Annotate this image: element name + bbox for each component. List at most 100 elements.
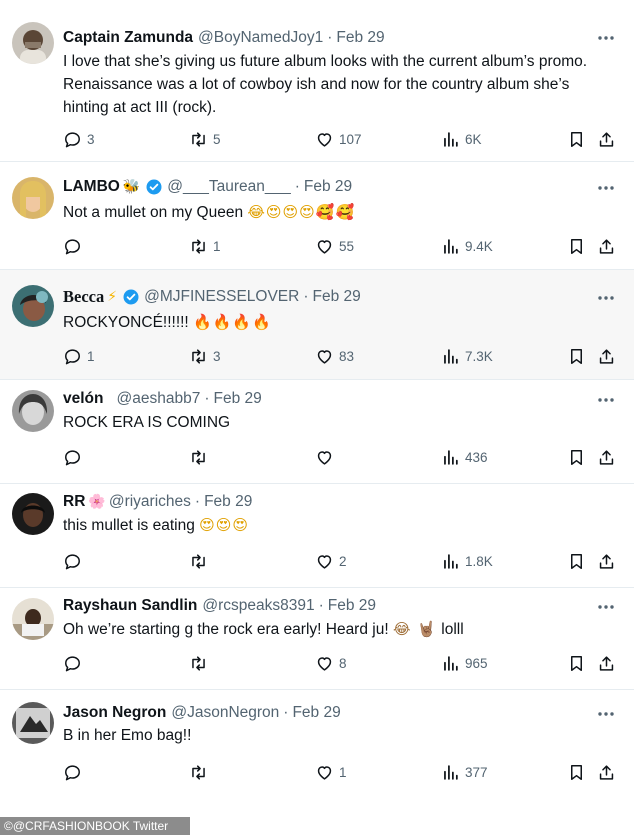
display-name[interactable]: RR (63, 490, 85, 514)
reply-button[interactable] (63, 446, 87, 468)
views-button[interactable]: 9.4K (441, 235, 493, 257)
tweet[interactable]: Rayshaun Sandlin @rcspeaks8391 · Feb 29 … (0, 588, 634, 690)
lightning-emoji: ⚡ (107, 289, 118, 305)
like-button[interactable] (315, 446, 339, 468)
like-count: 83 (339, 348, 355, 364)
verified-badge-icon (123, 289, 139, 305)
more-icon[interactable] (596, 288, 616, 308)
tweet-text: this mullet is eating (63, 517, 195, 534)
reply-button[interactable]: 1 (63, 345, 95, 367)
view-count: 9.4K (465, 238, 493, 254)
share-button[interactable] (597, 128, 616, 150)
like-icon (317, 656, 332, 671)
avatar[interactable] (12, 177, 54, 219)
avatar[interactable] (12, 493, 54, 535)
share-icon (599, 449, 614, 465)
views-button[interactable]: 7.3K (441, 345, 493, 367)
display-name[interactable]: Jason Negron (63, 701, 166, 725)
retweet-button[interactable] (189, 550, 213, 572)
avatar[interactable] (12, 598, 54, 640)
timestamp[interactable]: Feb 29 (313, 285, 361, 309)
user-handle[interactable]: @riyariches (109, 490, 191, 514)
tweet[interactable]: LAMBO 🐝 @___Taurean___ · Feb 29 Not a mu… (0, 162, 634, 270)
display-name[interactable]: velón (63, 387, 103, 411)
like-button[interactable]: 2 (315, 550, 347, 572)
avatar[interactable] (12, 390, 54, 432)
tweet[interactable]: RR 🌸 @riyariches · Feb 29 this mullet is… (0, 484, 634, 588)
timestamp[interactable]: Feb 29 (328, 594, 376, 618)
separator: · (204, 390, 210, 407)
user-handle[interactable]: @___Taurean___ (167, 175, 290, 199)
display-name[interactable]: LAMBO (63, 175, 120, 199)
bookmark-button[interactable] (567, 235, 586, 257)
timestamp[interactable]: Feb 29 (304, 175, 352, 199)
display-name[interactable]: Rayshaun Sandlin (63, 594, 197, 618)
views-button[interactable]: 6K (441, 128, 482, 150)
timestamp[interactable]: Feb 29 (336, 26, 384, 50)
user-handle[interactable]: @rcspeaks8391 (202, 594, 314, 618)
like-button[interactable]: 83 (315, 345, 354, 367)
user-handle[interactable]: @MJFINESSELOVER (144, 285, 299, 309)
reply-button[interactable]: 3 (63, 128, 95, 150)
views-button[interactable]: 1.8K (441, 550, 493, 572)
verified-badge-icon (146, 179, 162, 195)
timestamp[interactable]: Feb 29 (292, 701, 340, 725)
separator: · (318, 597, 324, 614)
retweet-button[interactable]: 5 (189, 128, 221, 150)
share-button[interactable] (597, 235, 616, 257)
more-icon[interactable] (596, 390, 616, 410)
more-icon[interactable] (596, 178, 616, 198)
reply-button[interactable] (63, 652, 87, 674)
bookmark-button[interactable] (567, 446, 586, 468)
bookmark-button[interactable] (567, 652, 586, 674)
retweet-button[interactable]: 1 (189, 235, 221, 257)
bookmark-button[interactable] (567, 550, 586, 572)
tweet[interactable]: Becca ⚡ @MJFINESSELOVER · Feb 29 ROCKYON… (0, 270, 634, 380)
like-button[interactable]: 1 (315, 761, 347, 783)
like-icon (317, 349, 332, 364)
views-button[interactable]: 436 (441, 446, 488, 468)
retweet-icon (192, 655, 205, 671)
retweet-icon (192, 764, 205, 780)
like-button[interactable]: 107 (315, 128, 362, 150)
user-handle[interactable]: @aeshabb7 (116, 387, 200, 411)
bookmark-button[interactable] (567, 761, 586, 783)
display-name[interactable]: Becca (63, 285, 104, 309)
like-button[interactable]: 8 (315, 652, 347, 674)
views-button[interactable]: 377 (441, 761, 488, 783)
share-button[interactable] (597, 761, 616, 783)
share-button[interactable] (597, 345, 616, 367)
tweet[interactable]: Jason Negron @JasonNegron · Feb 29 B in … (0, 690, 634, 835)
timestamp[interactable]: Feb 29 (204, 490, 252, 514)
share-button[interactable] (597, 550, 616, 572)
tweet[interactable]: Captain Zamunda @BoyNamedJoy1 · Feb 29 I… (0, 0, 634, 162)
avatar[interactable] (12, 702, 54, 744)
tweet[interactable]: velón @aeshabb7 · Feb 29 ROCK ERA IS COM… (0, 380, 634, 484)
bookmark-button[interactable] (567, 345, 586, 367)
bookmark-button[interactable] (567, 128, 586, 150)
reply-button[interactable] (63, 761, 87, 783)
share-button[interactable] (597, 446, 616, 468)
retweet-button[interactable] (189, 652, 213, 674)
timestamp[interactable]: Feb 29 (213, 387, 261, 411)
tweet-text: Oh we’re starting g the rock era early! … (63, 621, 389, 638)
reply-button[interactable] (63, 550, 87, 572)
views-button[interactable]: 965 (441, 652, 488, 674)
user-handle[interactable]: @JasonNegron (171, 701, 279, 725)
more-icon[interactable] (596, 28, 616, 48)
user-handle[interactable]: @BoyNamedJoy1 (198, 26, 323, 50)
display-name[interactable]: Captain Zamunda (63, 26, 193, 50)
retweet-button[interactable]: 3 (189, 345, 221, 367)
retweet-button[interactable] (189, 446, 213, 468)
reply-button[interactable] (63, 235, 87, 257)
views-icon (444, 764, 458, 780)
more-icon[interactable] (596, 597, 616, 617)
tweet-header: LAMBO 🐝 @___Taurean___ · Feb 29 (63, 175, 352, 199)
avatar[interactable] (12, 285, 54, 327)
avatar[interactable] (12, 22, 54, 64)
more-icon[interactable] (596, 704, 616, 724)
retweet-button[interactable] (189, 761, 213, 783)
share-button[interactable] (597, 652, 616, 674)
tweet-text: B in her Emo bag!! (63, 727, 192, 744)
like-button[interactable]: 55 (315, 235, 354, 257)
